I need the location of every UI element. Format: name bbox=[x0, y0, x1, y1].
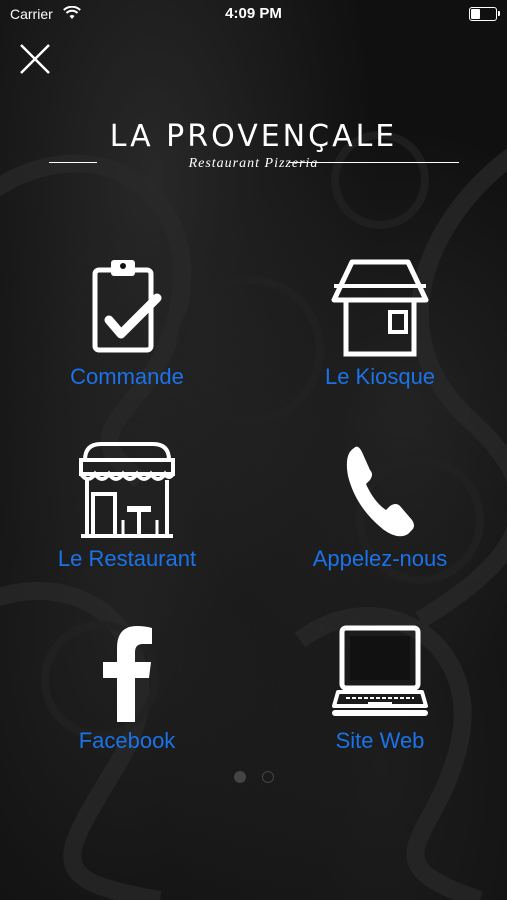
status-bar: Carrier 4:09 PM bbox=[0, 0, 507, 28]
clock: 4:09 PM bbox=[225, 5, 282, 22]
kiosk-icon bbox=[331, 259, 429, 357]
menu-item-kiosque[interactable]: Le Kiosque bbox=[265, 258, 495, 408]
menu-item-restaurant[interactable]: Le Restaurant bbox=[12, 440, 242, 590]
menu-item-appelez-nous[interactable]: Appelez-nous bbox=[265, 440, 495, 590]
menu-label: Commande bbox=[70, 364, 184, 389]
logo-divider bbox=[48, 162, 97, 163]
page-dot[interactable] bbox=[261, 771, 274, 783]
menu-label: Site Web bbox=[335, 728, 425, 753]
menu-label: Le Kiosque bbox=[324, 364, 436, 389]
phone-icon bbox=[346, 446, 414, 537]
battery-icon bbox=[469, 7, 500, 21]
page-indicator[interactable] bbox=[0, 770, 507, 788]
laptop-icon bbox=[332, 625, 428, 716]
menu-item-site-web[interactable]: Site Web bbox=[265, 622, 495, 772]
facebook-icon bbox=[103, 626, 152, 722]
logo-subtitle: Restaurant Pizzeria bbox=[188, 156, 319, 171]
menu-item-commande[interactable]: Commande bbox=[12, 258, 242, 408]
logo-divider bbox=[288, 162, 459, 163]
storefront-icon bbox=[79, 442, 175, 538]
menu-label: Appelez-nous bbox=[312, 546, 448, 571]
close-button[interactable] bbox=[18, 42, 52, 76]
close-icon bbox=[20, 44, 50, 74]
restaurant-logo: LA PROVENÇALE Restaurant Pizzeria bbox=[0, 119, 507, 171]
menu-label: Le Restaurant bbox=[57, 546, 197, 571]
logo-title: LA PROVENÇALE bbox=[109, 119, 398, 154]
clipboard-check-icon bbox=[92, 260, 162, 353]
menu-item-facebook[interactable]: Facebook bbox=[12, 622, 242, 772]
page-dot-active[interactable] bbox=[233, 771, 246, 783]
menu-label: Facebook bbox=[78, 728, 176, 753]
